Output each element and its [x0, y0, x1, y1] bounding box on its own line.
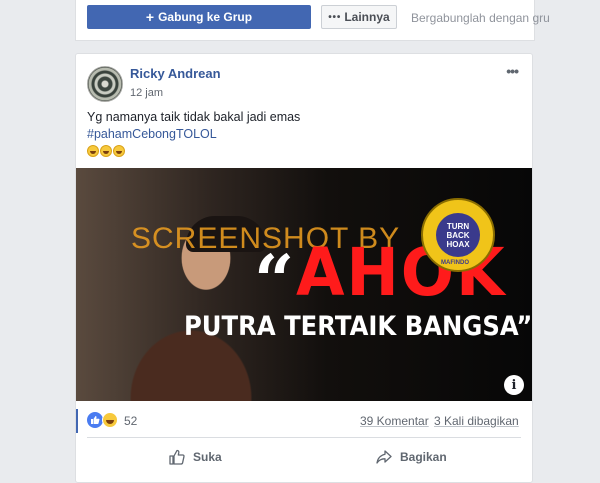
more-dots-icon: • • •: [328, 11, 340, 23]
hashtag-link[interactable]: #pahamCebongTOLOL: [87, 126, 507, 143]
post-stats-row: 52 39 Komentar 3 Kali dibagikan: [76, 409, 532, 433]
thumbs-up-icon: [168, 448, 186, 466]
badge-org: MAFINDO: [441, 260, 469, 266]
more-label: Lainnya: [344, 10, 390, 24]
like-label: Suka: [193, 450, 222, 464]
post-text: Yg namanya taik tidak bakal jadi emas #p…: [87, 109, 507, 157]
divider: [87, 437, 521, 438]
badge-center: TURN BACK HOAX: [436, 213, 480, 257]
haha-reaction-icon[interactable]: [102, 412, 118, 428]
thumbs-up-icon: [91, 416, 100, 424]
laughing-face-icon: [100, 145, 112, 157]
comments-link[interactable]: 39 Komentar: [360, 414, 429, 428]
post-author[interactable]: Ricky Andrean: [130, 66, 221, 81]
share-label: Bagikan: [400, 450, 447, 464]
share-button[interactable]: Bagikan: [375, 444, 447, 470]
turnbackhoax-badge: TURN BACK HOAX MAFINDO: [421, 198, 495, 272]
badge-text: TURN BACK HOAX: [446, 221, 470, 249]
more-button[interactable]: • • • Lainnya: [321, 5, 397, 29]
post-card: Ricky Andrean 12 jam ••• Yg namanya taik…: [75, 53, 533, 483]
post-timestamp[interactable]: 12 jam: [130, 87, 163, 99]
shares-link[interactable]: 3 Kali dibagikan: [434, 414, 519, 428]
plus-icon: +: [145, 9, 155, 25]
post-image[interactable]: SCREENSHOT BY “ AHOK PUTRA TERTAIK BANGS…: [76, 168, 532, 401]
open-quote-mark: “: [254, 239, 295, 322]
emoji-row: [87, 145, 507, 157]
join-hint-text: Bergabunglah dengan gru: [411, 11, 550, 25]
reaction-count[interactable]: 52: [124, 414, 137, 428]
join-group-button[interactable]: + Gabung ke Grup: [87, 5, 311, 29]
info-icon[interactable]: i: [504, 375, 524, 395]
laughing-face-icon: [87, 145, 99, 157]
avatar[interactable]: [87, 66, 123, 102]
like-reaction-icon[interactable]: [87, 412, 103, 428]
laughing-face-icon: [113, 145, 125, 157]
join-group-label: Gabung ke Grup: [158, 10, 253, 24]
post-options-icon[interactable]: •••: [506, 63, 519, 79]
group-action-bar: + Gabung ke Grup • • • Lainnya Bergabung…: [75, 0, 550, 41]
like-button[interactable]: Suka: [168, 444, 222, 470]
image-subline: PUTRA TERTAIK BANGSA”: [184, 311, 532, 342]
share-arrow-icon: [375, 448, 393, 466]
post-text-line: Yg namanya taik tidak bakal jadi emas: [87, 110, 301, 124]
